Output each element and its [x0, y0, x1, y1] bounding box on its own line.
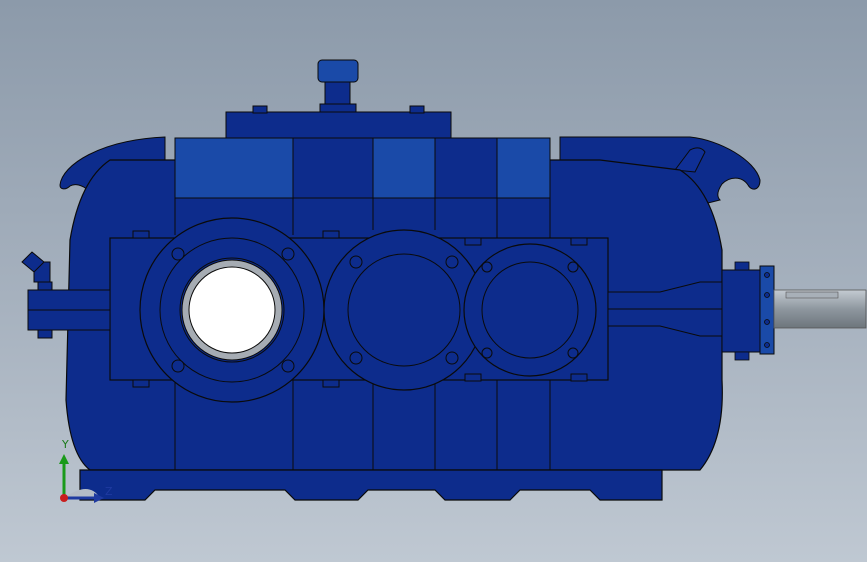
triad-axes: [59, 454, 104, 503]
z-axis-label: Z: [105, 485, 113, 498]
gearbox-model[interactable]: [0, 0, 867, 562]
coordinate-triad: Y Z: [44, 438, 124, 520]
x-axis-dot: [60, 494, 68, 502]
drain-valve: [21, 251, 51, 283]
top-cover: [225, 111, 452, 139]
cover-bolt-right: [409, 105, 425, 114]
cad-viewport[interactable]: Y Z: [0, 0, 867, 562]
rib-panel-5: [496, 137, 551, 199]
intermediate-bearing-boss: [323, 229, 485, 391]
rib-panel-3: [372, 137, 436, 199]
y-axis-label: Y: [62, 438, 69, 451]
output-end-cap: [721, 269, 763, 353]
cover-bolt-left: [252, 105, 268, 114]
input-bearing-boss: [139, 217, 325, 403]
rib-panel-4: [434, 137, 498, 199]
breather-base: [319, 103, 357, 113]
output-bearing-boss: [463, 243, 597, 377]
base-plate: [79, 469, 663, 501]
breather-stem: [324, 79, 351, 107]
rib-panel-1: [174, 137, 294, 199]
breather-cap: [317, 59, 359, 83]
rib-panel-2: [292, 137, 374, 199]
